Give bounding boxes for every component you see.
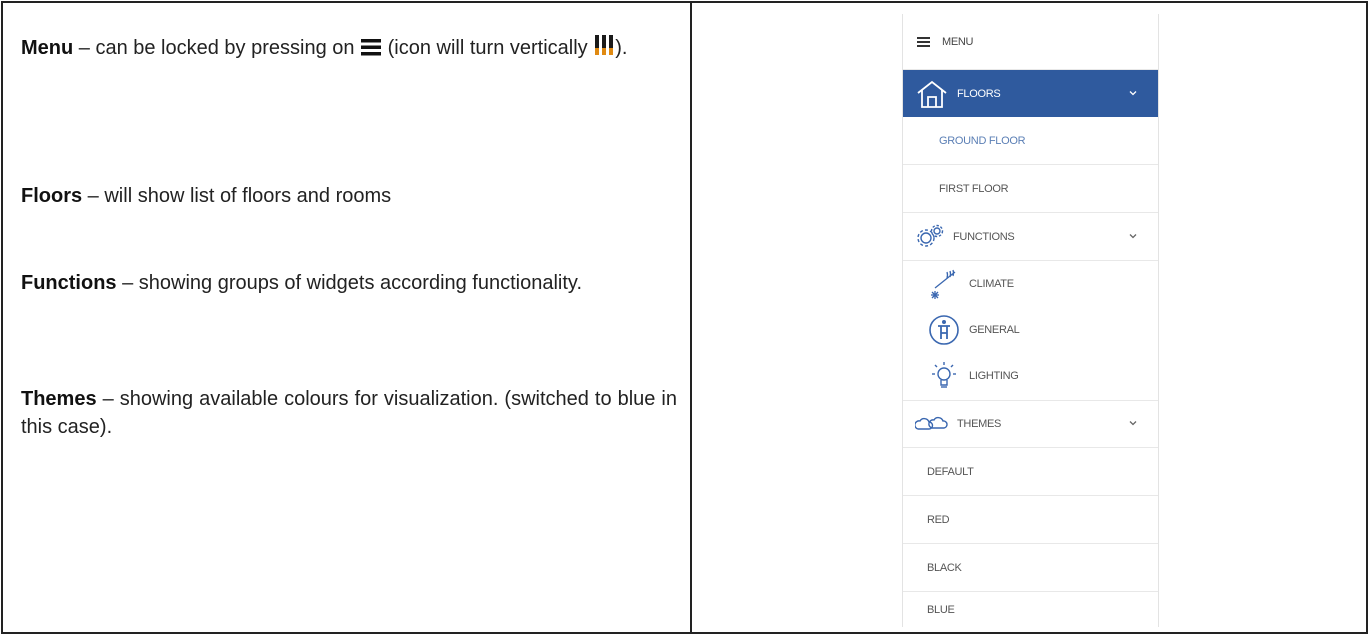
house-icon xyxy=(915,79,949,109)
general-icon xyxy=(927,313,961,347)
menu-panel: MENU FLOORS GROUND FLOOR FIRST FLOOR FUN… xyxy=(902,14,1159,627)
theme-item-blue[interactable]: BLUE xyxy=(903,592,1158,627)
chevron-down-icon xyxy=(1128,231,1138,241)
functions-description: Functions – showing groups of widgets ac… xyxy=(21,272,582,294)
chevron-down-icon xyxy=(1128,418,1138,428)
menu-header[interactable]: MENU xyxy=(903,14,1158,70)
menu-term: Menu xyxy=(21,37,74,59)
menu-item-floors[interactable]: FLOORS xyxy=(903,70,1158,117)
column-divider xyxy=(690,3,692,632)
climate-icon xyxy=(927,268,961,300)
themes-description: Themes – showing available colours for v… xyxy=(21,388,677,438)
function-item-label: GENERAL xyxy=(969,324,1020,336)
floors-term: Floors xyxy=(21,185,83,207)
function-item-climate[interactable]: CLIMATE xyxy=(903,261,1158,307)
floor-item-ground[interactable]: GROUND FLOOR xyxy=(903,117,1158,165)
function-item-general[interactable]: GENERAL xyxy=(903,307,1158,353)
hamburger-icon[interactable] xyxy=(917,36,930,47)
hamburger-icon xyxy=(360,36,382,64)
function-item-label: LIGHTING xyxy=(969,370,1019,382)
function-item-lighting[interactable]: LIGHTING xyxy=(903,353,1158,399)
menu-item-label: FLOORS xyxy=(957,87,1001,100)
menu-item-label: FUNCTIONS xyxy=(953,230,1015,243)
function-item-label: CLIMATE xyxy=(969,278,1014,290)
floors-description: Floors – will show list of floors and ro… xyxy=(21,185,392,207)
menu-item-themes[interactable]: THEMES xyxy=(903,400,1158,448)
menu-description: Menu – can be locked by pressing on (ico… xyxy=(21,34,627,64)
theme-item-default[interactable]: DEFAULT xyxy=(903,448,1158,496)
themes-term: Themes xyxy=(21,388,97,410)
gear-icon xyxy=(915,223,945,251)
vertical-lock-icon xyxy=(593,34,615,64)
theme-item-black[interactable]: BLACK xyxy=(903,544,1158,592)
chevron-down-icon xyxy=(1128,88,1138,98)
clouds-icon xyxy=(915,414,949,434)
functions-term: Functions xyxy=(21,272,117,294)
document-table: Menu – can be locked by pressing on (ico… xyxy=(1,1,1368,634)
menu-item-label: THEMES xyxy=(957,418,1002,430)
floor-item-first[interactable]: FIRST FLOOR xyxy=(903,165,1158,213)
menu-item-functions[interactable]: FUNCTIONS xyxy=(903,213,1158,261)
menu-header-label: MENU xyxy=(942,35,974,48)
lightbulb-icon xyxy=(927,360,961,392)
theme-item-red[interactable]: RED xyxy=(903,496,1158,544)
